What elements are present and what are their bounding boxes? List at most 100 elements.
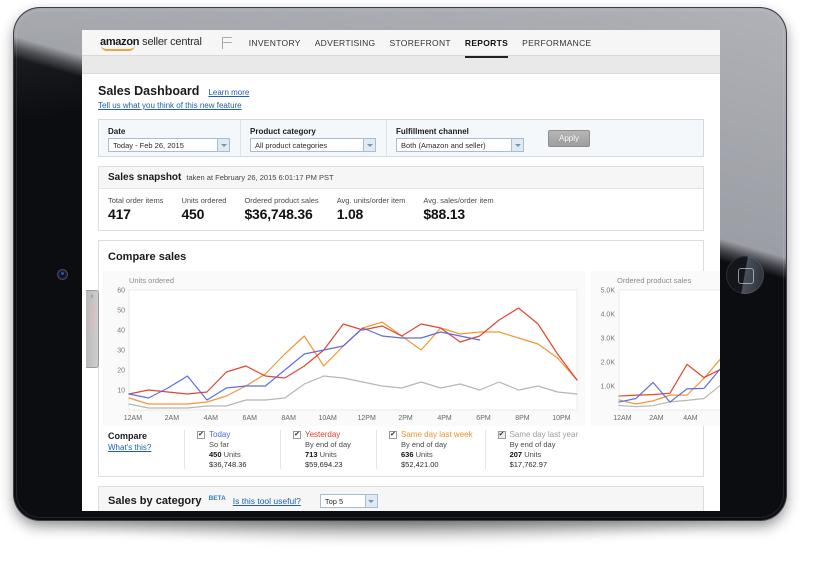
- side-tab-reports[interactable]: ‹ Reports: [86, 290, 99, 368]
- svg-text:2AM: 2AM: [165, 415, 180, 422]
- filter-category-label: Product category: [250, 127, 316, 136]
- legend-name-yesterday: Yesterday: [305, 430, 341, 439]
- svg-text:1.0K: 1.0K: [601, 384, 616, 391]
- chevron-down-icon[interactable]: [511, 139, 523, 151]
- category-select-value: All product categories: [255, 140, 328, 150]
- compare-sales-title: Compare sales: [108, 251, 187, 263]
- page-title-row: Sales Dashboard Learn more: [98, 74, 704, 98]
- sales-by-category-title: Sales by category: [108, 495, 202, 507]
- legend-period-today: So far: [209, 440, 230, 449]
- units-ordered-chart-box: Units ordered 10 20 30 40 50 60 12AM 2AM 4AM 6AM 8…: [103, 271, 585, 426]
- chevron-left-icon: ‹: [90, 293, 94, 300]
- legend-sales-same-day-last-week: $52,421.00: [401, 460, 439, 469]
- checkbox-today[interactable]: [197, 430, 205, 439]
- chevron-down-icon[interactable]: [364, 495, 377, 507]
- tablet-screen: amazon seller central INVENTORY ADVERTIS…: [82, 30, 720, 511]
- svg-text:10PM: 10PM: [552, 415, 570, 422]
- compare-sales-card: Compare sales Units ordered 10 20 30 40 50 60…: [98, 240, 720, 477]
- legend-sales-today: $36,748.36: [209, 460, 247, 469]
- legend-units-same-day-last-week: 636 Units: [401, 450, 433, 459]
- date-select[interactable]: Today - Feb 26, 2015: [108, 138, 230, 152]
- date-select-value: Today - Feb 26, 2015: [113, 140, 184, 150]
- chevron-down-icon[interactable]: [217, 139, 229, 151]
- svg-text:8PM: 8PM: [515, 415, 530, 422]
- filter-date: Date Today - Feb 26, 2015: [99, 120, 241, 156]
- snapshot-title: Sales snapshot: [108, 172, 182, 183]
- legend-name-same-day-last-year: Same day last year: [509, 430, 579, 439]
- legend-name-same-day-last-week: Same day last week: [401, 430, 473, 439]
- front-camera-icon: [58, 270, 67, 279]
- svg-text:4AM: 4AM: [683, 415, 698, 422]
- metric-label: Ordered product sales: [244, 196, 319, 205]
- metric-label: Total order items: [108, 196, 164, 205]
- svg-text:20: 20: [117, 368, 125, 375]
- snapshot-header: Sales snapshot taken at February 26, 201…: [99, 167, 703, 189]
- svg-text:2.0K: 2.0K: [601, 360, 616, 367]
- nav-item-storefront[interactable]: STOREFRONT: [389, 33, 450, 52]
- legend-item-today: Today So far 450 Units $36,748.36: [184, 430, 280, 469]
- checkbox-same-day-last-year[interactable]: [497, 430, 506, 439]
- svg-text:10: 10: [117, 388, 125, 395]
- checkbox-yesterday[interactable]: [293, 430, 301, 439]
- svg-text:30: 30: [117, 348, 125, 355]
- nav-item-inventory[interactable]: INVENTORY: [249, 33, 301, 52]
- svg-text:10AM: 10AM: [319, 415, 337, 422]
- filter-fulfillment-label: Fulfillment channel: [396, 127, 469, 136]
- apply-button[interactable]: Apply: [548, 129, 591, 147]
- legend-units-today: 450 Units: [209, 450, 241, 459]
- category-select[interactable]: All product categories: [250, 138, 376, 152]
- svg-text:4AM: 4AM: [204, 415, 219, 422]
- metric-value: $36,748.36: [244, 206, 313, 222]
- fulfillment-select[interactable]: Both (Amazon and seller): [396, 138, 524, 152]
- svg-text:5.0K: 5.0K: [601, 288, 616, 295]
- page-content: Sales Dashboard Learn more Tell us what …: [82, 74, 720, 511]
- legend-name-today: Today: [209, 430, 231, 439]
- snapshot-timestamp: taken at February 26, 2015 6:01:17 PM PS…: [186, 173, 334, 182]
- top-n-select-value: Top 5: [324, 496, 344, 506]
- amazon-smile-icon: [101, 45, 135, 51]
- metric-label: Units ordered: [181, 196, 227, 205]
- svg-text:6AM: 6AM: [243, 415, 258, 422]
- legend-units-yesterday: 713 Units: [305, 450, 337, 459]
- nav-item-advertising[interactable]: ADVERTISING: [315, 33, 376, 52]
- filter-fulfillment-channel: Fulfillment channel Both (Amazon and sel…: [387, 120, 534, 156]
- legend-item-same-day-last-year: Same day last year By end of day 207 Uni…: [484, 430, 590, 469]
- metric-ordered-product-sales: Ordered product sales $36,748.36: [244, 196, 336, 222]
- nav-item-performance[interactable]: PERFORMANCE: [522, 33, 591, 52]
- svg-text:3.0K: 3.0K: [601, 336, 616, 343]
- top-n-select[interactable]: Top 5: [319, 494, 378, 508]
- amazon-seller-central-logo[interactable]: amazon seller central: [100, 36, 202, 51]
- metric-label: Avg. units/order item: [336, 196, 406, 205]
- metric-avg-units-per-order-item: Avg. units/order item 1.08: [337, 196, 424, 222]
- beta-badge: BETA: [208, 495, 226, 502]
- units-ordered-chart[interactable]: 10 20 30 40 50 60 12AM 2AM 4AM 6AM 8AM 10AM 12PM 2PM 4…: [107, 286, 581, 426]
- chevron-down-icon[interactable]: [363, 139, 375, 151]
- snapshot-metrics: Total order items 417 Units ordered 450 …: [99, 189, 703, 230]
- legend-item-same-day-last-week: Same day last week By end of day 636 Uni…: [376, 430, 485, 469]
- whats-this-link[interactable]: What's this?: [108, 443, 184, 452]
- metric-units-ordered: Units ordered 450: [181, 196, 244, 222]
- sales-by-category-card: Sales by category BETA Is this tool usef…: [98, 486, 704, 511]
- page-title: Sales Dashboard: [98, 84, 200, 98]
- svg-text:12PM: 12PM: [357, 415, 375, 422]
- legend-sales-same-day-last-year: $17,762.97: [509, 460, 548, 469]
- nav-item-reports[interactable]: REPORTS: [464, 33, 509, 58]
- fulfillment-select-value: Both (Amazon and seller): [401, 140, 486, 150]
- ordered-product-sales-chart[interactable]: 1.0K 2.0K 3.0K 4.0K 5.0K 12AM 2AM 4AM: [595, 286, 720, 426]
- svg-text:8AM: 8AM: [282, 415, 297, 422]
- svg-text:12AM: 12AM: [124, 415, 142, 422]
- svg-text:2PM: 2PM: [398, 415, 413, 422]
- flag-icon[interactable]: [221, 36, 233, 49]
- secondary-nav-bar: [82, 56, 720, 74]
- checkbox-same-day-last-week[interactable]: [389, 430, 397, 439]
- filter-bar: Date Today - Feb 26, 2015 Product catego…: [98, 119, 704, 157]
- svg-text:6PM: 6PM: [476, 415, 491, 422]
- feedback-link[interactable]: Tell us what you think of this new featu…: [98, 101, 704, 110]
- is-this-tool-useful-link[interactable]: Is this tool useful?: [233, 496, 301, 506]
- ordered-product-sales-chart-box: Ordered product sales 1.0K 2.0K 3.0K 4.0K 5.…: [591, 271, 720, 426]
- learn-more-link[interactable]: Learn more: [208, 88, 249, 97]
- home-button[interactable]: [726, 256, 764, 294]
- svg-text:4.0K: 4.0K: [601, 312, 616, 319]
- compare-sales-header: Compare sales: [99, 241, 703, 269]
- metric-total-order-items: Total order items 417: [108, 196, 181, 222]
